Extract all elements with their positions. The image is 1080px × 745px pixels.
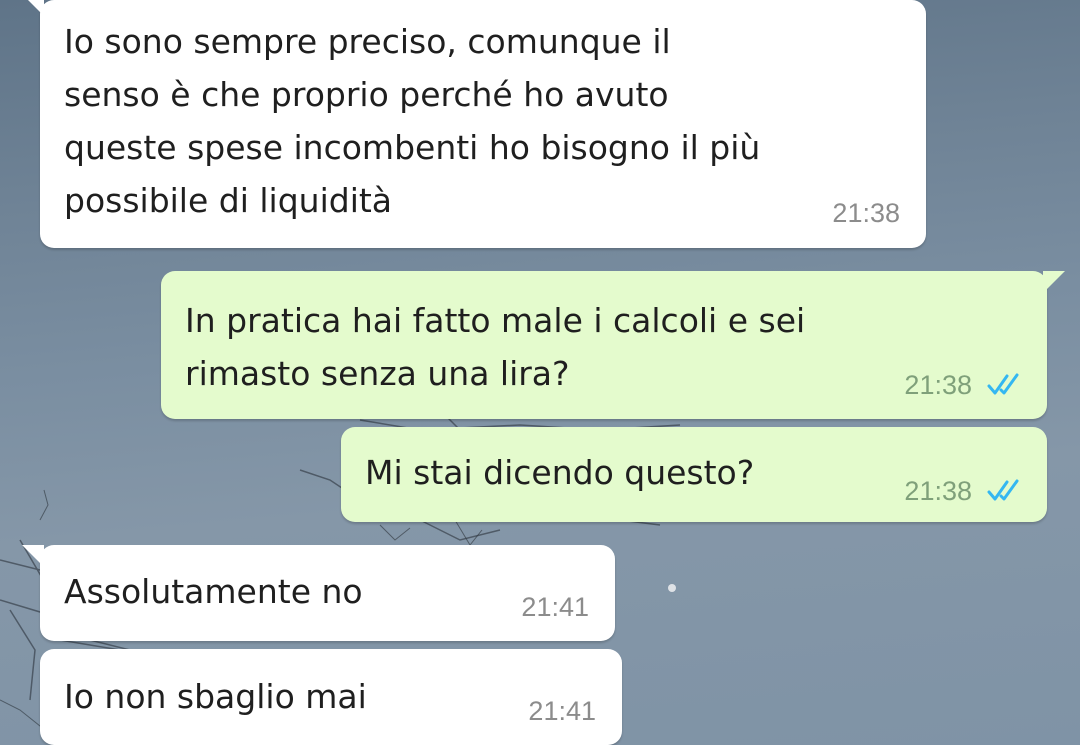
double-check-icon [987,373,1019,395]
message-text: Assolutamente no [64,572,363,611]
message-timestamp: 21:38 [832,198,900,228]
moon [668,584,676,592]
message-timestamp: 21:38 [904,476,972,506]
message-bubble-incoming[interactable]: Assolutamente no 21:41 [22,545,615,641]
message-text: Mi stai dicendo questo? [365,453,755,492]
bubble-tail [1043,271,1065,293]
message-bubble-incoming[interactable]: Io non sbaglio mai 21:41 [40,649,622,745]
message-text: In pratica hai fatto male i calcoli e se… [185,301,806,393]
message-timestamp: 21:41 [521,592,589,622]
bubble-tail [22,545,44,567]
message-timestamp: 21:41 [528,696,596,726]
message-text: Io sono sempre preciso, comunque il sens… [64,22,761,220]
message-bubble-outgoing[interactable]: Mi stai dicendo questo? 21:38 [341,427,1047,522]
message-timestamp: 21:38 [904,370,972,400]
bubble-tail [22,0,44,16]
message-bubble-incoming[interactable]: Io sono sempre preciso, comunque il sens… [22,0,926,248]
double-check-icon [987,479,1019,501]
message-bubble-outgoing[interactable]: In pratica hai fatto male i calcoli e se… [161,271,1065,419]
message-text: Io non sbaglio mai [64,677,367,716]
